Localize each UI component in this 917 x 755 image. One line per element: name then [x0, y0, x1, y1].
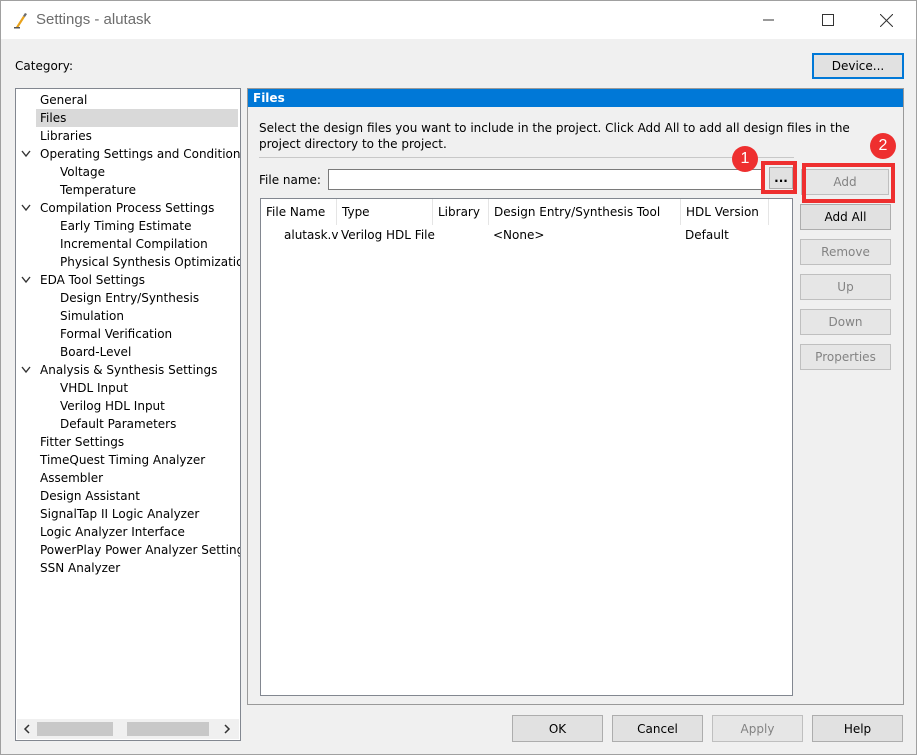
window-title: Settings - alutask [36, 11, 152, 28]
annotation-marker-1: 1 [732, 146, 758, 172]
maximize-icon [822, 14, 834, 26]
table-cell-tool: <None> [493, 228, 545, 242]
tree-item-label: Libraries [40, 129, 92, 143]
tree-item[interactable]: Board-Level [16, 343, 240, 361]
tree-item-label: SignalTap II Logic Analyzer [40, 507, 200, 521]
cancel-button[interactable]: Cancel [612, 715, 703, 742]
chevron-down-icon[interactable] [21, 276, 31, 284]
table-cell-hdl-version: Default [685, 228, 729, 242]
tree-item[interactable]: VHDL Input [16, 379, 240, 397]
tree-item[interactable]: Voltage [16, 163, 240, 181]
scroll-thumb[interactable] [113, 722, 127, 736]
tree-item-label: Design Entry/Synthesis [60, 291, 200, 305]
tree-item-label: PowerPlay Power Analyzer Settings [40, 543, 241, 557]
panel-header: Files [248, 89, 903, 107]
tree-item-label: Logic Analyzer Interface [40, 525, 185, 539]
minimize-icon [763, 19, 774, 21]
tree-item[interactable]: PowerPlay Power Analyzer Settings [16, 541, 240, 559]
tree-item[interactable]: Physical Synthesis Optimization [16, 253, 240, 271]
ok-button[interactable]: OK [512, 715, 603, 742]
tree-item-label: Design Assistant [40, 489, 140, 503]
tree-item-label: Operating Settings and Conditions [40, 147, 241, 161]
category-tree: SSN Analyzer PowerPlay Power Analyzer Set… [15, 88, 241, 741]
settings-window: Settings - alutask Category: Device... S… [0, 0, 917, 755]
tree-item[interactable]: Libraries [16, 127, 240, 145]
tree-item[interactable]: Design Entry/Synthesis [16, 289, 240, 307]
tree-item[interactable]: Simulation [16, 307, 240, 325]
tree-item[interactable]: Design Assistant [16, 487, 240, 505]
tree-item[interactable]: Compilation Process Settings [16, 199, 240, 217]
apply-button[interactable]: Apply [712, 715, 803, 742]
tree-item[interactable]: Operating Settings and Conditions [16, 145, 240, 163]
tree-item-label: Fitter Settings [40, 435, 125, 449]
table-cell-type: Verilog HDL File [341, 228, 435, 242]
file-name-input[interactable] [328, 169, 763, 190]
tree-horizontal-scrollbar[interactable] [17, 719, 239, 739]
tree-item-label: Default Parameters [60, 417, 177, 431]
remove-button[interactable]: Remove [800, 239, 891, 265]
tree-item[interactable]: Default Parameters [16, 415, 240, 433]
tree-item-label: Assembler [40, 471, 104, 485]
panel-description: Select the design files you want to incl… [259, 121, 850, 151]
close-button[interactable] [856, 1, 916, 39]
tree-item-label: TimeQuest Timing Analyzer [40, 453, 206, 467]
properties-button[interactable]: Properties [800, 344, 891, 370]
tree-item-label: Incremental Compilation [60, 237, 208, 251]
chevron-down-icon[interactable] [21, 204, 31, 212]
tree-item-label: Verilog HDL Input [60, 399, 165, 413]
tree-item-label: Voltage [60, 165, 106, 179]
panel-separator [259, 157, 794, 158]
tree-item[interactable]: EDA Tool Settings [16, 271, 240, 289]
settings-app-icon [14, 13, 27, 29]
category-label: Category: [15, 59, 73, 73]
tree-item[interactable]: Analysis & Synthesis Settings [16, 361, 240, 379]
tree-item[interactable]: Verilog HDL Input [16, 397, 240, 415]
tree-item-label: Early Timing Estimate [60, 219, 192, 233]
tree-item[interactable]: Files [36, 109, 238, 127]
tree-item[interactable]: Incremental Compilation [16, 235, 240, 253]
table-cell-file-name: alutask.v [284, 228, 339, 242]
tree-item[interactable]: SignalTap II Logic Analyzer [16, 505, 240, 523]
title-bar: Settings - alutask [1, 1, 916, 39]
tree-item-label: Files [40, 111, 67, 125]
tree-item-label: Board-Level [60, 345, 132, 359]
tree-item[interactable]: Fitter Settings [16, 433, 240, 451]
device-button[interactable]: Device... [812, 53, 904, 79]
down-button[interactable]: Down [800, 309, 891, 335]
tree-item[interactable]: General [16, 91, 240, 109]
tree-item-label: Temperature [60, 183, 137, 197]
up-button[interactable]: Up [800, 274, 891, 300]
tree-item-label: Formal Verification [60, 327, 173, 341]
add-all-button[interactable]: Add All [800, 204, 891, 230]
tree-item-label: Compilation Process Settings [40, 201, 215, 215]
annotation-box-2 [802, 163, 895, 203]
close-icon [879, 13, 893, 27]
tree-item-label: Physical Synthesis Optimization [60, 255, 241, 269]
tree-item[interactable]: Formal Verification [16, 325, 240, 343]
tree-item[interactable]: SSN Analyzer [16, 559, 240, 577]
chevron-down-icon[interactable] [21, 366, 31, 374]
annotation-box-1 [761, 161, 797, 194]
scroll-right-icon[interactable] [221, 723, 233, 735]
help-button[interactable]: Help [812, 715, 903, 742]
tree-item-label: EDA Tool Settings [40, 273, 145, 287]
tree-item[interactable]: TimeQuest Timing Analyzer [16, 451, 240, 469]
maximize-button[interactable] [798, 1, 858, 39]
tree-item[interactable]: Early Timing Estimate [16, 217, 240, 235]
tree-item[interactable]: Temperature [16, 181, 240, 199]
tree-item-label: Analysis & Synthesis Settings [40, 363, 218, 377]
table-row[interactable]: alutask.v Verilog HDL File <None> Default [261, 199, 792, 695]
tree-item[interactable]: Logic Analyzer Interface [16, 523, 240, 541]
chevron-down-icon[interactable] [21, 150, 31, 158]
minimize-button[interactable] [739, 1, 799, 39]
annotation-marker-2: 2 [870, 133, 896, 159]
tree-item[interactable]: Assembler [16, 469, 240, 487]
tree-item-label: SSN Analyzer [40, 561, 121, 575]
tree-item-label: VHDL Input [60, 381, 129, 395]
scroll-left-icon[interactable] [21, 723, 33, 735]
file-list-table[interactable]: File Name Type Library Design Entry/Synthes… [260, 198, 793, 696]
tree-item-label: Simulation [60, 309, 124, 323]
file-name-label: File name: [259, 173, 321, 187]
tree-item-label: General [40, 93, 88, 107]
